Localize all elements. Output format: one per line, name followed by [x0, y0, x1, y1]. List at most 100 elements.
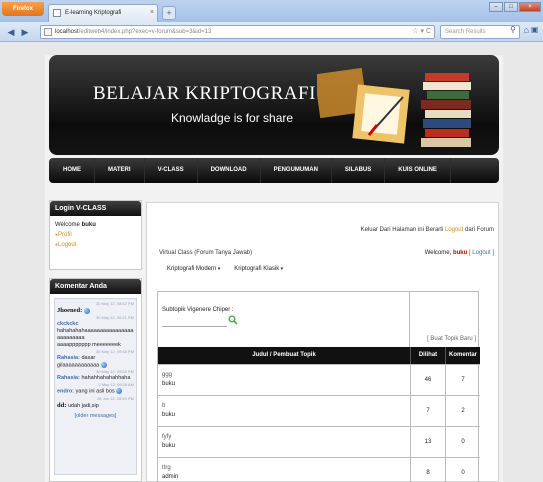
topic-views: 13 — [410, 427, 445, 457]
browser-tab[interactable]: E-learning Kriptografi × — [48, 4, 158, 22]
window-controls: – □ × — [489, 2, 541, 12]
forward-arrow-icon[interactable]: ▶ — [18, 25, 32, 39]
back-arrow-icon[interactable]: ◀ — [4, 25, 18, 39]
table-row[interactable]: ggg buku 46 7 — [158, 364, 480, 395]
topic-title[interactable]: fyfy — [162, 433, 406, 442]
sidebar-welcome: Welcome buku — [55, 222, 96, 228]
smiley-icon — [116, 388, 123, 395]
topic-comments: 0 — [445, 458, 480, 482]
menu-item-download[interactable]: DOWNLOAD — [198, 158, 261, 183]
subtopic-cell: Subtopik Vigenere Chiper : — [158, 292, 410, 347]
menu-item-pengumuman[interactable]: PENGUMUMAN — [261, 158, 332, 183]
site-header: BELAJAR KRIPTOGRAFI Knowladge is for sha… — [49, 55, 499, 155]
firefox-menu-button[interactable]: Firefox — [2, 2, 44, 16]
topic-comments: 0 — [445, 427, 480, 457]
site-tagline: Knowladge is for share — [171, 111, 294, 125]
column-header-komentar: Komentar — [445, 347, 480, 364]
table-row[interactable]: b buku 7 2 — [158, 395, 480, 426]
komentar-box: Komentar Anda 30 May 12, 08:42 PM Jhoene… — [49, 278, 142, 482]
topic-author: buku — [162, 381, 176, 387]
reload-icon[interactable]: ☆ ▾ C — [412, 26, 431, 38]
list-item: Jhoened: — [57, 307, 134, 315]
topic-views: 46 — [410, 365, 445, 395]
topic-author: buku — [162, 443, 176, 449]
site-logo-title: BELAJAR KRIPTOGRAFI — [93, 83, 316, 104]
tab-title: E-learning Kriptografi — [65, 10, 122, 16]
list-item: Rahasia: hahahhahahahhaha — [57, 375, 131, 382]
page-container: BELAJAR KRIPTOGRAFI Knowladge is for sha… — [45, 55, 503, 482]
browser-navbar: ◀ ▶ localhost/editweb4/index.php?exec=v-… — [0, 22, 543, 42]
window-close-icon[interactable]: × — [519, 2, 541, 12]
sidebar-link-logout[interactable]: Logout — [55, 240, 136, 250]
smiley-icon — [83, 307, 90, 314]
topic-comments: 2 — [445, 396, 480, 426]
logout-notice: Keluar Dari Halaman ini Berarti Logout d… — [360, 227, 494, 233]
url-bar[interactable]: localhost/editweb4/index.php?exec=v-foru… — [40, 25, 435, 39]
page-menu-icon[interactable]: ▣ — [531, 25, 541, 39]
topic-views: 8 — [410, 458, 445, 482]
sidebar-username: buku — [81, 222, 96, 228]
menu-item-home[interactable]: HOME — [49, 158, 95, 183]
komentar-box-title: Komentar Anda — [50, 279, 141, 294]
search-magnifier-icon[interactable]: ⚲ — [510, 25, 516, 34]
subtopic-search-input[interactable] — [162, 316, 227, 327]
welcome-logout-link[interactable]: [ Logout ] — [469, 250, 494, 256]
column-header-title: Judul / Pembuat Topik — [252, 352, 316, 358]
menu-item-vclass[interactable]: V-CLASS — [145, 158, 198, 183]
url-host: localhost — [55, 29, 79, 35]
shoutbox[interactable]: 30 May 12, 08:42 PM Jhoened: 30 May 12, … — [54, 298, 137, 475]
search-bar[interactable]: Search Results — [440, 25, 520, 39]
list-item: hahahahahaaaaaaaaaaaaaaaaaaaaaaaaa — [57, 328, 134, 341]
site-identity-icon — [44, 28, 52, 36]
main-menu: HOME MATERI V-CLASS DOWNLOAD PENGUMUMAN … — [49, 158, 499, 183]
list-item: aaaappppppp meeeeeeek — [57, 342, 121, 348]
page-favicon-icon — [53, 9, 61, 17]
subtopic-label: Subtopik Vigenere Chiper : — [162, 307, 234, 313]
forum-table: Subtopik Vigenere Chiper : [ Buat Topik … — [157, 291, 480, 482]
topic-title[interactable]: ggg — [162, 371, 406, 380]
sidebar-link-profil[interactable]: Profil — [55, 230, 136, 240]
vclass-title: Virtual Class (Forum Tanya Jawab) — [159, 250, 253, 256]
table-row[interactable]: ttrg admin 8 0 — [158, 457, 480, 482]
home-icon[interactable]: ⌂ — [524, 25, 529, 35]
welcome-username: buku — [452, 250, 468, 256]
menu-item-materi[interactable]: MATERI — [95, 158, 145, 183]
list-item: endro: yang ini asli bos — [57, 388, 134, 395]
older-messages-link[interactable]: [older messages] — [57, 413, 134, 419]
list-item: gilaaaaaaaaaaaa — [57, 362, 134, 369]
topic-title[interactable]: b — [162, 402, 406, 411]
list-item: dd: udah jadi,sip — [57, 401, 99, 409]
list-item: ckckckc — [57, 321, 79, 327]
topic-author: buku — [162, 412, 176, 418]
smiley-icon — [100, 362, 107, 368]
table-row[interactable]: fyfy buku 13 0 — [158, 426, 480, 457]
dropdown-kriptografi-modern[interactable]: Kriptografi Modern — [167, 266, 220, 272]
topic-title[interactable]: ttrg — [162, 464, 406, 473]
topic-views: 7 — [410, 396, 445, 426]
sidebar: Login V-CLASS Welcome buku Profil Logout… — [49, 200, 142, 482]
topic-comments: 7 — [445, 365, 480, 395]
minimize-icon[interactable]: – — [489, 2, 503, 12]
books-illustration-icon — [317, 67, 471, 147]
category-dropdowns: Kriptografi Modern Kriptografi Klasik — [167, 266, 283, 272]
column-header-dilihat: Dilihat — [410, 347, 445, 364]
table-header: Judul / Pembuat Topik Dilihat Komentar — [158, 347, 480, 364]
new-topic-link[interactable]: [ Buat Topik Baru ] — [427, 336, 476, 342]
logout-link[interactable]: Logout — [445, 227, 463, 233]
menu-item-kuis-online[interactable]: KUIS ONLINE — [385, 158, 451, 183]
login-box: Login V-CLASS Welcome buku Profil Logout — [49, 200, 142, 270]
maximize-icon[interactable]: □ — [504, 2, 518, 12]
new-topic-cell: [ Buat Topik Baru ] — [410, 292, 480, 347]
welcome-user: Welcome, buku [ Logout ] — [424, 250, 494, 256]
list-item: Rahasia: dasar — [57, 355, 96, 361]
url-path: /editweb4/index.php?exec=v-forum&sub=3&i… — [78, 29, 212, 35]
forum-content: Keluar Dari Halaman ini Berarti Logout d… — [146, 202, 499, 482]
search-icon[interactable] — [228, 315, 238, 325]
menu-item-silabus[interactable]: SILABUS — [332, 158, 386, 183]
topic-author: admin — [162, 474, 179, 480]
tab-close-icon[interactable]: × — [150, 5, 154, 21]
new-tab-button[interactable]: + — [162, 6, 176, 20]
browser-tabbar: Firefox E-learning Kriptografi × + – □ × — [0, 0, 543, 22]
dropdown-kriptografi-klasik[interactable]: Kriptografi Klasik — [234, 266, 283, 272]
login-box-title: Login V-CLASS — [50, 201, 141, 216]
